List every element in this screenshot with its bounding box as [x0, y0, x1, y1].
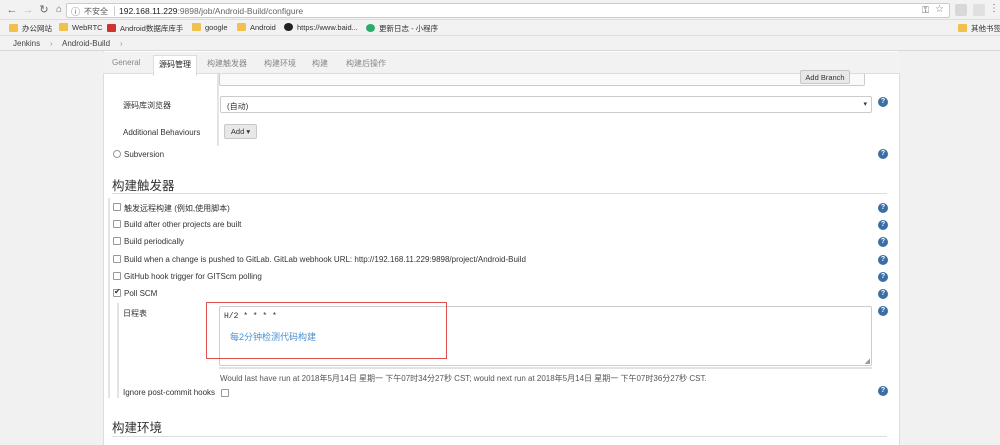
help-icon[interactable]: ?	[878, 386, 888, 396]
help-icon[interactable]: ?	[878, 289, 888, 299]
address-bar[interactable]: ⓘ 不安全 192.168.11.229:9898/job/Android-Bu…	[66, 3, 950, 18]
subversion-radio[interactable]	[113, 150, 121, 158]
add-behaviour-button[interactable]: Add ▾	[224, 124, 257, 139]
tab-general[interactable]: General	[112, 58, 140, 67]
app-icon	[107, 24, 116, 32]
bookmark-item[interactable]: Android数据库库手	[107, 23, 183, 34]
url-path: :9898/job/Android-Build/configure	[177, 6, 304, 16]
poll-scm-label: Poll SCM	[124, 289, 158, 298]
breadcrumb-jenkins[interactable]: Jenkins	[13, 39, 40, 48]
reload-icon[interactable]: ↻	[37, 3, 51, 17]
folder-icon	[59, 23, 68, 31]
github-hook-checkbox[interactable]	[113, 272, 121, 280]
annotation-text: 每2分钟检测代码构建	[230, 332, 317, 342]
address-separator	[114, 6, 115, 16]
build-after-label: Build after other projects are built	[124, 220, 242, 229]
help-icon[interactable]: ?	[878, 255, 888, 265]
browser-toolbar: ← → ↻ ⌂ ⓘ 不安全 192.168.11.229:9898/job/An…	[0, 0, 1000, 20]
help-icon[interactable]: ?	[878, 203, 888, 213]
build-after-checkbox[interactable]	[113, 220, 121, 228]
bookmark-star-icon[interactable]: ☆	[935, 4, 944, 15]
github-icon	[284, 23, 293, 31]
bookmark-item[interactable]: 办公网站	[9, 23, 52, 34]
section-divider	[112, 436, 887, 437]
tab-build[interactable]: 构建	[312, 58, 328, 69]
wechat-icon	[366, 24, 375, 32]
bookmark-item[interactable]: 更新日志 - 小程序	[366, 23, 438, 34]
info-icon[interactable]: ⓘ	[71, 5, 80, 18]
poll-scm-checkbox[interactable]	[113, 287, 121, 297]
build-env-section-title: 构建环境	[112, 421, 163, 435]
breadcrumb: Jenkins › Android-Build ›	[0, 36, 1000, 51]
bookmark-item[interactable]: https://www.baid...	[284, 23, 358, 32]
tab-post-build[interactable]: 构建后操作	[346, 58, 386, 69]
tab-build-env[interactable]: 构建环境	[264, 58, 296, 69]
chevron-down-icon: ▾	[246, 127, 251, 136]
branch-box	[219, 74, 865, 86]
url-host: 192.168.11.229	[119, 6, 178, 16]
section-divider	[112, 193, 887, 194]
extension-icon[interactable]	[955, 4, 967, 16]
nesting-bar	[217, 72, 219, 146]
forward-icon[interactable]: →	[21, 3, 35, 17]
subversion-label: Subversion	[124, 150, 165, 159]
home-icon[interactable]: ⌂	[52, 3, 66, 17]
folder-icon	[192, 23, 201, 31]
folder-icon	[958, 24, 967, 32]
schedule-label: 日程表	[123, 309, 147, 318]
folder-icon	[237, 23, 246, 31]
bookmarks-bar: 办公网站 WebRTC Android数据库库手 google Android …	[0, 20, 1000, 36]
help-icon[interactable]: ?	[878, 97, 888, 107]
ignore-hooks-checkbox[interactable]	[221, 389, 229, 397]
textarea-scroll-strip	[219, 367, 872, 369]
ignore-hooks-label: Ignore post-commit hooks	[123, 388, 216, 397]
bookmark-item[interactable]: WebRTC	[59, 23, 103, 32]
gitlab-trigger-label: Build when a change is pushed to GitLab.…	[124, 255, 526, 264]
remote-trigger-checkbox[interactable]	[113, 203, 121, 211]
folder-icon	[9, 24, 18, 32]
insecure-label: 不安全	[84, 7, 108, 16]
key-icon[interactable]: ⚿	[922, 5, 929, 16]
bookmark-item[interactable]: google	[192, 23, 228, 32]
repo-browser-value: (自动)	[227, 102, 249, 111]
chevron-down-icon: ▾	[863, 101, 867, 108]
help-icon[interactable]: ?	[878, 149, 888, 159]
extension-icon[interactable]	[973, 4, 985, 16]
tab-scm[interactable]: 源码管理	[153, 55, 197, 76]
nesting-bar	[117, 303, 119, 398]
help-icon[interactable]: ?	[878, 220, 888, 230]
menu-icon[interactable]: ⋮	[989, 3, 999, 14]
repo-browser-label: 源码库浏览器	[123, 101, 171, 110]
build-periodically-label: Build periodically	[124, 237, 185, 246]
repo-browser-select[interactable]: (自动) ▾	[220, 96, 872, 113]
other-bookmarks[interactable]: 其他书签	[958, 23, 1000, 34]
tab-triggers[interactable]: 构建触发器	[207, 58, 247, 69]
build-periodically-checkbox[interactable]	[113, 237, 121, 245]
breadcrumb-separator: ›	[120, 39, 123, 48]
triggers-section-title: 构建触发器	[112, 179, 175, 193]
bookmark-item[interactable]: Android	[237, 23, 276, 32]
remote-trigger-label: 触发远程构建 (例如,使用脚本)	[124, 204, 230, 213]
help-icon[interactable]: ?	[878, 237, 888, 247]
back-icon[interactable]: ←	[5, 3, 19, 17]
help-icon[interactable]: ?	[878, 272, 888, 282]
schedule-info: Would last have run at 2018年5月14日 星期一 下午…	[220, 374, 707, 383]
resize-handle-icon[interactable]: ◢	[865, 357, 870, 365]
breadcrumb-separator: ›	[50, 39, 53, 48]
add-branch-button[interactable]: Add Branch	[800, 70, 850, 84]
nesting-bar	[108, 198, 110, 398]
github-hook-label: GitHub hook trigger for GITScm polling	[124, 272, 262, 281]
url-text[interactable]: 192.168.11.229:9898/job/Android-Build/co…	[119, 6, 303, 16]
gitlab-trigger-checkbox[interactable]	[113, 255, 121, 263]
help-icon[interactable]: ?	[878, 306, 888, 316]
config-tabs: General 源码管理 构建触发器 构建环境 构建 构建后操作	[103, 52, 900, 76]
additional-behaviours-label: Additional Behaviours	[123, 128, 201, 137]
breadcrumb-job[interactable]: Android-Build	[62, 39, 110, 48]
